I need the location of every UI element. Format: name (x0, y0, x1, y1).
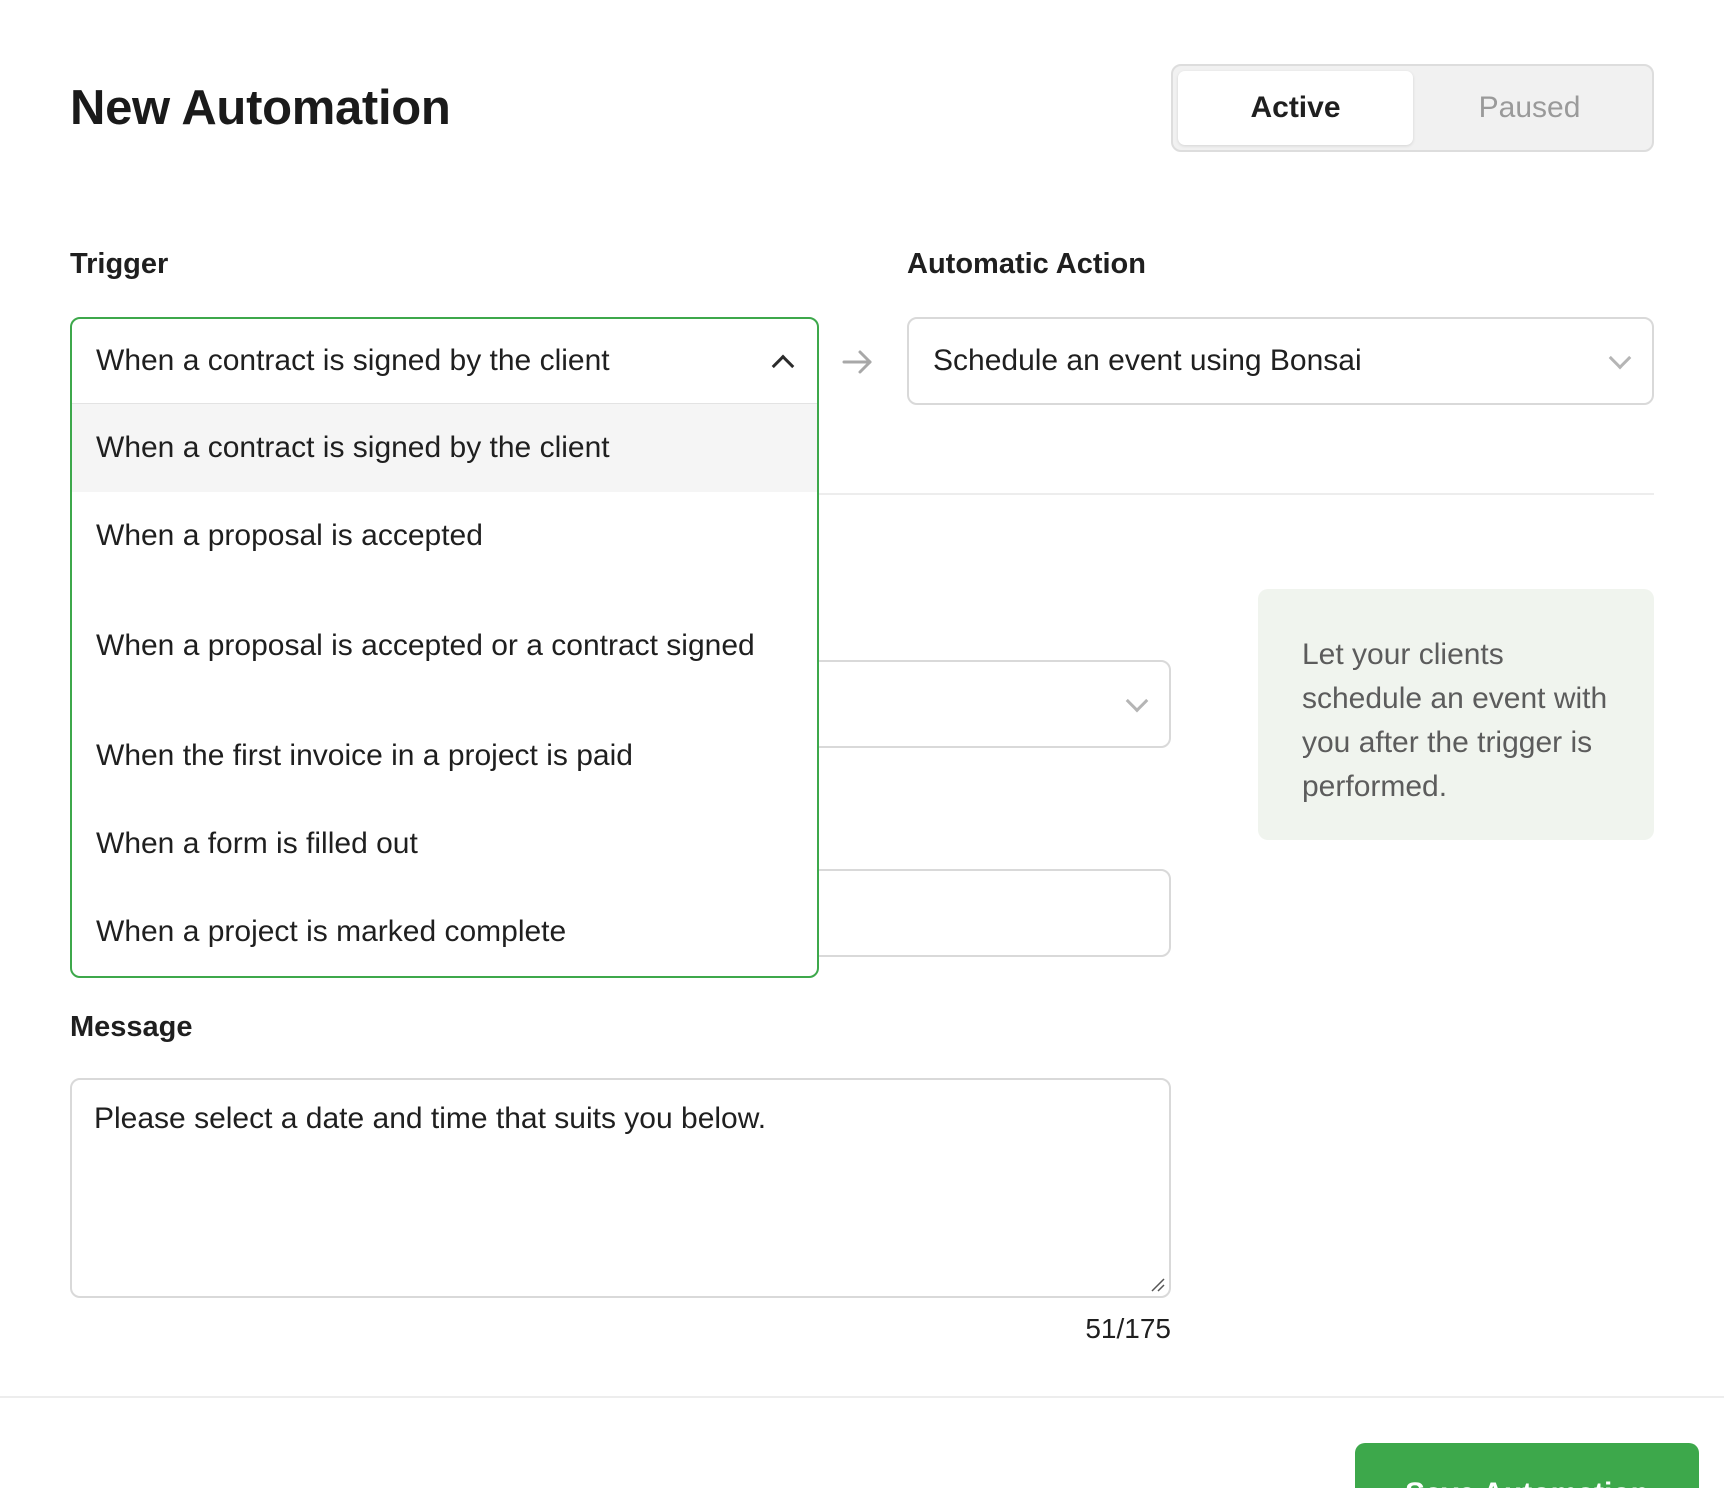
info-box: Let your clients schedule an event with … (1258, 589, 1654, 840)
trigger-label: Trigger (70, 248, 169, 280)
trigger-select-value: When a contract is signed by the client (96, 344, 610, 377)
chevron-down-icon (1608, 346, 1632, 370)
action-select-value: Schedule an event using Bonsai (933, 344, 1362, 377)
trigger-option[interactable]: When a proposal is accepted or a contrac… (72, 580, 817, 712)
action-select[interactable]: Schedule an event using Bonsai (907, 317, 1654, 405)
resize-grip-icon[interactable] (1149, 1276, 1165, 1292)
chevron-down-icon (1125, 689, 1149, 713)
footer-divider (0, 1396, 1724, 1398)
automatic-action-label: Automatic Action (907, 248, 1146, 280)
automation-page: New Automation Active Paused Trigger Aut… (0, 0, 1724, 1488)
trigger-option[interactable]: When the first invoice in a project is p… (72, 712, 817, 800)
trigger-option[interactable]: When a form is filled out (72, 800, 817, 888)
message-textarea[interactable]: Please select a date and time that suits… (70, 1078, 1171, 1298)
chevron-up-icon (771, 354, 795, 378)
trigger-dropdown: When a contract is signed by the client … (70, 317, 819, 978)
status-toggle: Active Paused (1171, 64, 1654, 152)
character-counter: 51/175 (1085, 1313, 1171, 1344)
arrow-right-icon (842, 350, 872, 374)
message-label: Message (70, 1011, 193, 1043)
message-text: Please select a date and time that suits… (94, 1102, 767, 1135)
toggle-paused-button[interactable]: Paused (1412, 71, 1647, 145)
page-title: New Automation (70, 81, 451, 135)
trigger-option[interactable]: When a contract is signed by the client (72, 404, 817, 492)
trigger-select[interactable]: When a contract is signed by the client (72, 319, 817, 404)
trigger-option[interactable]: When a proposal is accepted (72, 492, 817, 580)
toggle-active-button[interactable]: Active (1178, 71, 1413, 145)
section-divider (819, 493, 1654, 495)
trigger-option[interactable]: When a project is marked complete (72, 888, 817, 976)
save-automation-button[interactable]: Save Automation (1355, 1443, 1699, 1488)
